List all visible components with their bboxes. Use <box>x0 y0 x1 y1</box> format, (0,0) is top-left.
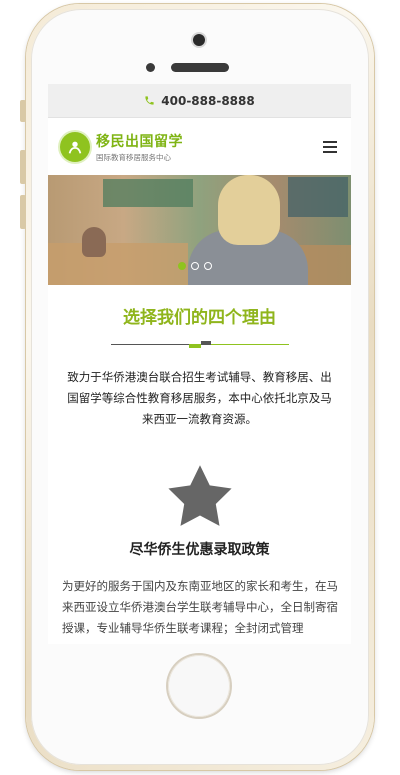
feature-title: 尽华侨生优惠录取政策 <box>129 542 270 558</box>
feature-text: 为更好的服务于国内及东南亚地区的家长和考生，在马来西亚设立华侨港澳台学生联考辅导… <box>62 579 338 635</box>
home-button[interactable] <box>168 655 230 717</box>
mute-switch <box>20 100 26 122</box>
hamburger-menu-icon[interactable] <box>323 140 337 153</box>
phone-icon <box>144 95 155 106</box>
section-divider <box>110 340 289 348</box>
site-header: 移民出国留学 国际教育移居服务中心 <box>48 118 351 175</box>
section-title: 选择我们的四个理由 <box>123 308 276 328</box>
volume-up-button <box>20 150 26 184</box>
logo-title: 移民出国留学 <box>96 133 183 150</box>
carousel-dot[interactable] <box>204 262 212 270</box>
carousel-dot[interactable] <box>191 262 199 270</box>
front-camera <box>193 34 205 46</box>
volume-down-button <box>20 195 26 229</box>
site-logo[interactable]: 移民出国留学 国际教育移居服务中心 <box>60 131 183 163</box>
section-intro: 致力于华侨港澳台联合招生考试辅导、教育移居、出国留学等综合性教育移居服务，本中心… <box>67 370 332 426</box>
logo-emblem-icon <box>60 131 90 162</box>
carousel-dots <box>178 262 212 270</box>
star-icon <box>167 465 232 526</box>
phone-number[interactable]: 400-888-8888 <box>161 94 254 108</box>
hero-banner[interactable] <box>48 175 351 285</box>
contact-bar[interactable]: 400-888-8888 <box>48 84 351 118</box>
earpiece-speaker <box>171 63 229 72</box>
logo-subtitle: 国际教育移居服务中心 <box>96 152 171 162</box>
proximity-sensor <box>146 63 155 72</box>
carousel-dot[interactable] <box>178 262 186 270</box>
phone-screen: 400-888-8888 移民出国留学 国际教育移居服务中心 选择我们的四个理由… <box>48 84 351 644</box>
